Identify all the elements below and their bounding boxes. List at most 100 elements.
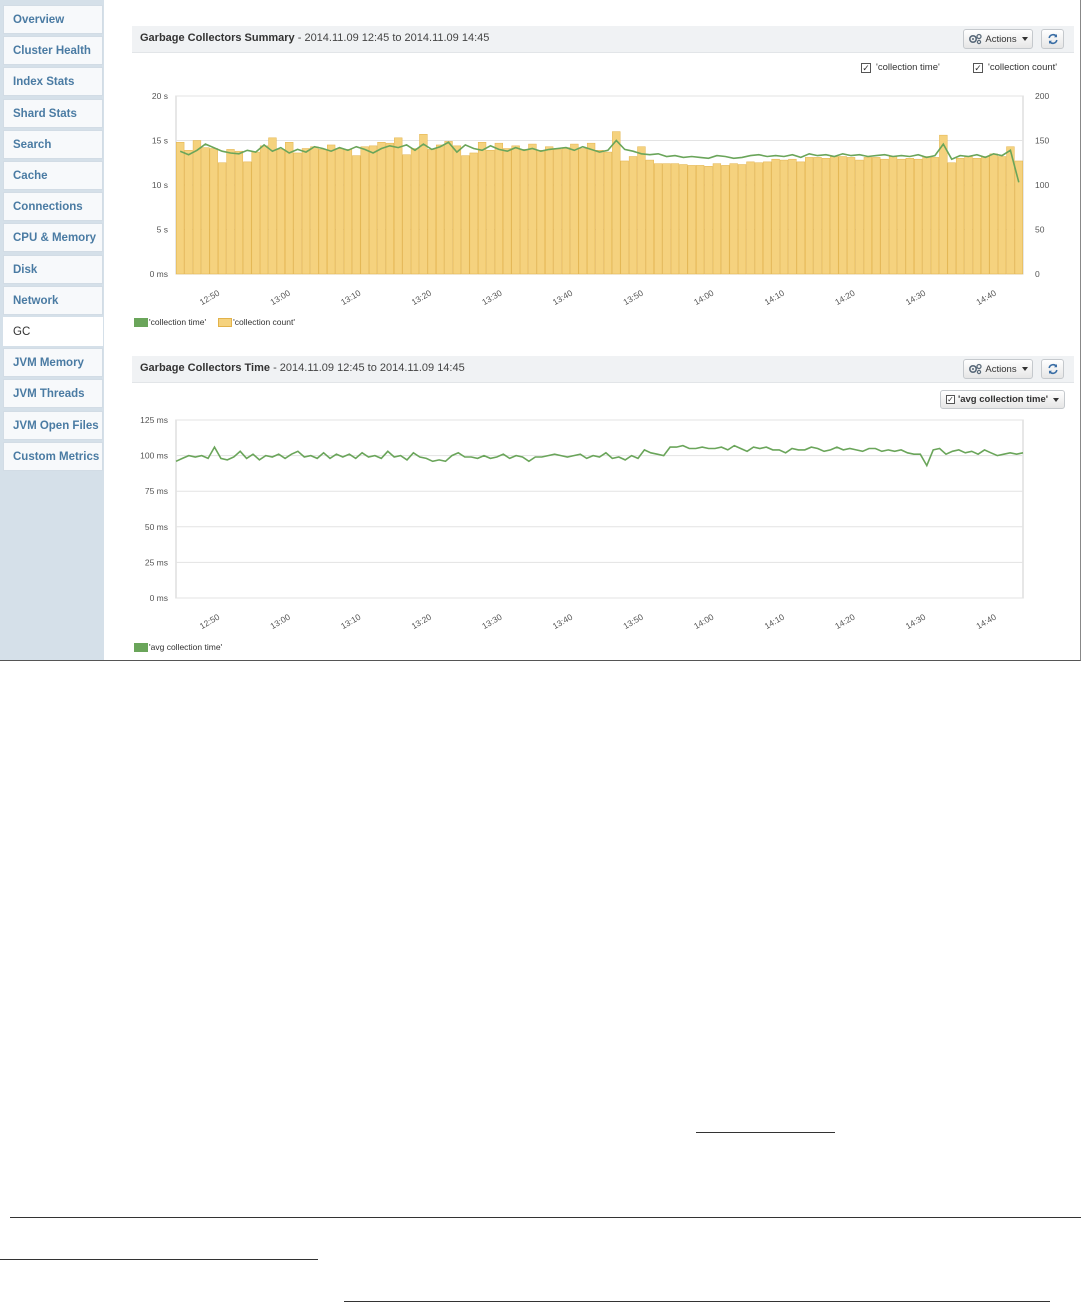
bar: [528, 143, 537, 275]
y-tick-label: 25 ms: [145, 557, 168, 567]
y2-tick-label: 0: [1035, 269, 1040, 279]
bar: [553, 149, 562, 275]
time-title-text: Garbage Collectors Time: [140, 362, 271, 374]
sidebar-item-shard-stats[interactable]: Shard Stats: [3, 98, 103, 128]
bar: [863, 157, 873, 275]
bar: [930, 157, 940, 275]
bar: [712, 163, 722, 275]
toggle-collection-time[interactable]: ✓ 'collection time': [861, 62, 940, 73]
bar: [427, 149, 436, 275]
bar: [964, 156, 973, 275]
bar: [217, 162, 227, 275]
x-tick-label: 14:10: [763, 612, 787, 631]
bar: [192, 140, 202, 275]
bar: [695, 165, 705, 275]
bar: [955, 158, 965, 275]
bar: [1006, 146, 1015, 275]
sidebar-item-custom-metrics[interactable]: Custom Metrics: [3, 441, 103, 471]
bar: [922, 156, 931, 275]
bar: [595, 150, 604, 275]
y-tick-label: 15 s: [152, 136, 168, 146]
sidebar-item-connections[interactable]: Connections: [3, 192, 103, 222]
sidebar-item-jvm-open-files[interactable]: JVM Open Files: [3, 410, 103, 440]
bar: [293, 152, 302, 275]
bar: [981, 156, 990, 275]
bar: [679, 164, 688, 275]
bar: [251, 151, 260, 275]
bar: [729, 163, 738, 275]
caret-down-icon: [1053, 397, 1060, 402]
sidebar-item-overview[interactable]: Overview: [3, 5, 103, 34]
time-actions-button[interactable]: Actions: [963, 359, 1033, 379]
bar: [477, 142, 487, 275]
bar: [259, 145, 269, 275]
y-tick-label: 100 ms: [140, 451, 168, 461]
bar: [796, 161, 805, 275]
bar: [830, 156, 839, 275]
bar: [855, 159, 864, 275]
bar: [545, 146, 554, 275]
time-panel-title: Garbage Collectors Time - 2014.11.09 12:…: [140, 362, 465, 374]
summary-title-text: Garbage Collectors Summary: [140, 32, 295, 44]
time-date-range: - 2014.11.09 12:45 to 2014.11.09 14:45: [270, 362, 465, 374]
checkbox-checked-icon[interactable]: ✓: [973, 62, 983, 73]
bar: [846, 157, 856, 275]
sidebar-item-cache[interactable]: Cache: [3, 161, 103, 190]
sidebar-item-cluster-health[interactable]: Cluster Health: [3, 36, 103, 66]
legend-item-collection-count[interactable]: 'collection count': [218, 317, 295, 327]
bar: [628, 156, 638, 275]
legend-item-avg-collection-time[interactable]: 'avg collection time': [134, 642, 222, 652]
summary-refresh-button[interactable]: [1041, 29, 1064, 49]
legend-label: 'collection time': [149, 317, 207, 327]
sidebar-item-gc[interactable]: GC: [3, 317, 103, 346]
bar: [444, 141, 453, 275]
sidebar-item-index-stats[interactable]: Index Stats: [3, 67, 103, 97]
caret-down-icon: [1021, 367, 1028, 371]
y-tick-label: 0 ms: [150, 269, 168, 279]
y2-tick-label: 100: [1035, 180, 1049, 190]
series-select-label: 'avg collection time': [957, 394, 1049, 405]
bar: [754, 162, 763, 275]
series-select-dropdown[interactable]: ✓ 'avg collection time': [940, 390, 1065, 409]
gears-icon: [969, 363, 983, 375]
bar: [394, 137, 403, 275]
bar: [620, 160, 629, 275]
sidebar-item-disk[interactable]: Disk: [3, 254, 103, 284]
toggle-collection-count[interactable]: ✓ 'collection count': [973, 62, 1057, 73]
time-refresh-button[interactable]: [1041, 359, 1064, 379]
sidebar-item-search[interactable]: Search: [3, 129, 103, 159]
bar: [377, 142, 386, 275]
y-tick-label: 50 ms: [145, 522, 168, 532]
checkbox-checked-icon[interactable]: ✓: [861, 62, 871, 73]
legend-swatch-green: [134, 317, 148, 327]
x-tick-label: 13:10: [339, 612, 363, 631]
bar: [578, 148, 587, 275]
x-tick-label: 13:40: [551, 612, 575, 631]
bar: [184, 150, 193, 275]
bar: [301, 148, 311, 275]
sidebar-item-network[interactable]: Network: [3, 285, 103, 315]
x-tick-label: 12:50: [198, 288, 222, 307]
app-window: Overview Cluster Health Index Stats Shard S…: [0, 0, 1081, 661]
x-tick-label: 13:00: [268, 288, 292, 307]
x-tick-label: 14:00: [692, 612, 716, 631]
sidebar-item-jvm-threads[interactable]: JVM Threads: [3, 379, 103, 409]
bar: [243, 161, 252, 275]
summary-actions-button[interactable]: Actions: [963, 29, 1033, 49]
bar: [687, 165, 696, 275]
x-tick-label: 14:20: [833, 288, 857, 307]
sidebar-item-cpu-memory[interactable]: CPU & Memory: [3, 223, 103, 253]
bar: [821, 158, 831, 275]
gears-icon: [969, 33, 983, 45]
bar: [335, 148, 344, 275]
x-tick-label: 14:40: [974, 288, 998, 307]
legend-swatch-green: [134, 642, 148, 652]
legend-swatch-yellow: [218, 317, 233, 327]
bar: [285, 142, 294, 275]
bar: [570, 143, 579, 275]
legend-item-collection-time[interactable]: 'collection time': [134, 317, 206, 327]
legend-label: 'collection count': [233, 317, 295, 327]
toggle-collection-count-label: 'collection count': [988, 62, 1058, 73]
x-tick-label: 13:10: [339, 288, 363, 307]
sidebar-item-jvm-memory[interactable]: JVM Memory: [3, 348, 103, 378]
